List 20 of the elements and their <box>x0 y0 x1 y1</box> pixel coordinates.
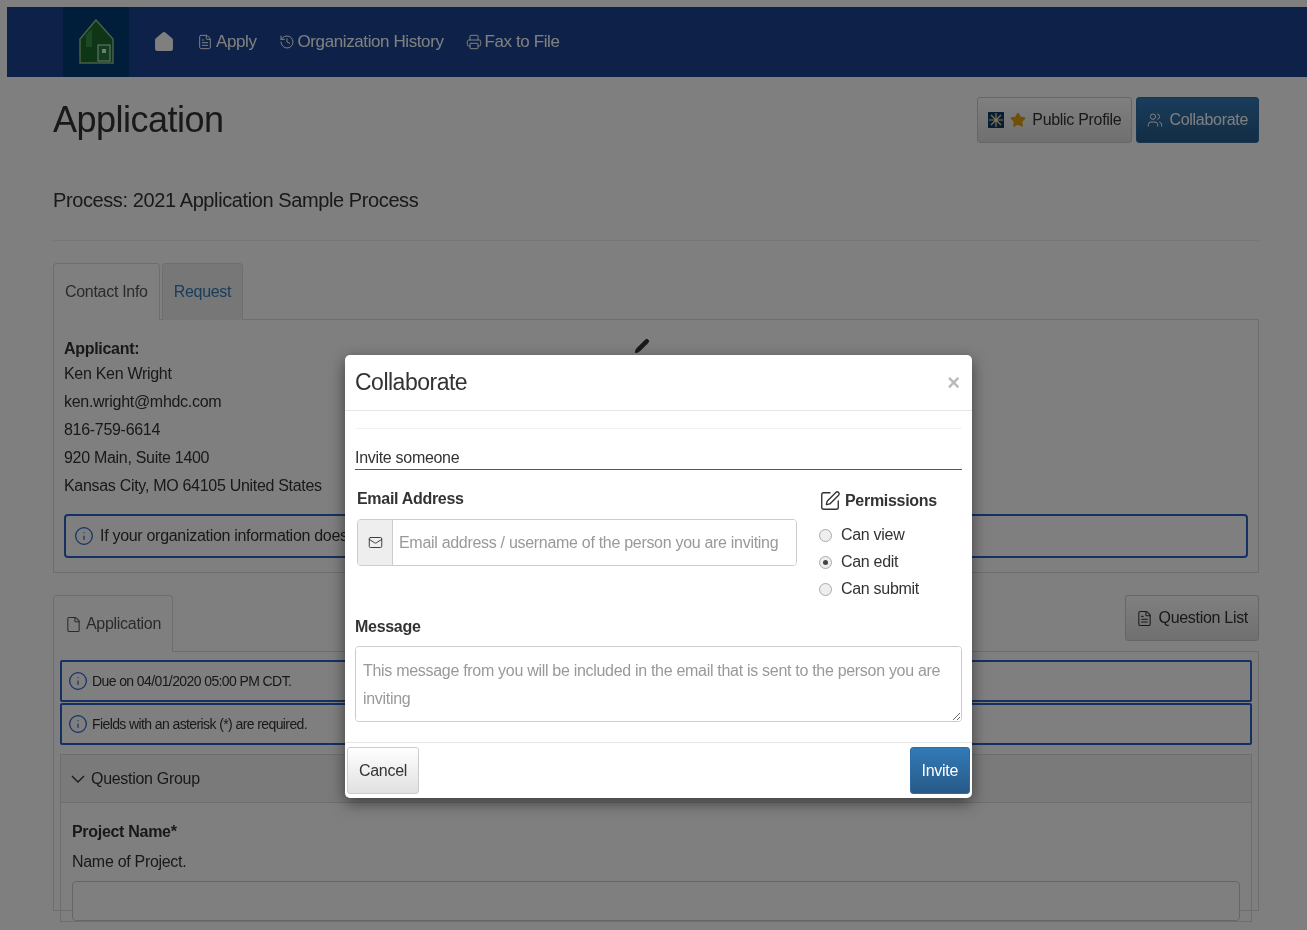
message-label: Message <box>355 618 422 636</box>
permissions-label: Permissions <box>845 492 937 510</box>
email-label: Email Address <box>357 490 465 508</box>
applicant-heading: Applicant: <box>64 339 140 359</box>
field-hint: Name of Project. <box>72 853 188 871</box>
dialog-title: Collaborate <box>355 369 468 396</box>
option-label: Can submit <box>841 580 919 598</box>
process-name: Process: 2021 Application Sample Process <box>53 163 1259 241</box>
applicant-detail: Kansas City, MO 64105 United States <box>64 476 322 496</box>
page-title: Application <box>53 99 224 141</box>
option-label: Can edit <box>841 553 899 571</box>
option-label: Can view <box>841 526 905 544</box>
notice-text: Due on 04/01/2020 05:00 PM CDT. <box>92 673 292 689</box>
section-legend: Invite someone <box>355 429 962 470</box>
notice-text: Fields with an asterisk (*) are required. <box>92 716 308 732</box>
applicant-detail: 816-759-6614 <box>64 420 161 440</box>
applicant-detail: 920 Main, Suite 1400 <box>64 448 210 468</box>
applicant-detail: Ken Ken Wright <box>64 364 172 384</box>
field-label: Project Name* <box>72 823 178 841</box>
applicant-detail: ken.wright@mhdc.com <box>64 392 222 412</box>
